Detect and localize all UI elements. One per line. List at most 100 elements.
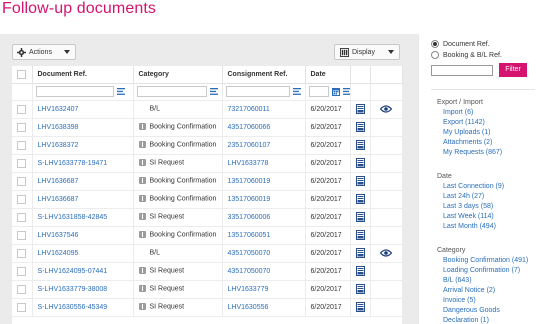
consignment-ref-link[interactable]: 13517060019 bbox=[228, 178, 271, 185]
document-ref-cell[interactable]: LHV1637546 bbox=[32, 226, 134, 245]
document-ref-cell[interactable]: S-LHV1624095-07441 bbox=[32, 262, 134, 281]
pdf-icon[interactable] bbox=[355, 140, 365, 150]
pdf-cell[interactable] bbox=[350, 136, 371, 155]
view-cell[interactable] bbox=[370, 190, 403, 209]
row-checkbox[interactable] bbox=[17, 176, 26, 186]
sidebar-filter-link[interactable]: Last Connection (9) bbox=[437, 182, 504, 192]
consignment-ref-filter-input[interactable] bbox=[225, 86, 290, 97]
sidebar-filter-link[interactable]: Attachments (2) bbox=[437, 138, 502, 148]
view-cell[interactable] bbox=[370, 244, 403, 263]
pdf-icon[interactable] bbox=[355, 230, 365, 240]
pdf-cell[interactable] bbox=[350, 226, 371, 245]
consignment-cell[interactable]: LHV1630556 bbox=[222, 298, 306, 317]
table-row[interactable]: LHV1636687 Booking Confirmation 1351706001… bbox=[12, 190, 403, 209]
table-row[interactable]: S-LHV1633779-38008 SI Request LHV1633779 6/… bbox=[12, 280, 403, 299]
pdf-icon[interactable] bbox=[355, 194, 365, 204]
row-select-cell[interactable] bbox=[12, 280, 33, 299]
document-ref-cell[interactable]: LHV1636687 bbox=[32, 172, 134, 191]
sidebar-filter-link[interactable]: Arrival Notice (2) bbox=[437, 286, 528, 296]
view-cell[interactable] bbox=[370, 226, 403, 245]
pdf-icon[interactable] bbox=[355, 212, 365, 222]
pdf-cell[interactable] bbox=[350, 298, 371, 317]
view-cell[interactable] bbox=[370, 136, 403, 155]
filter-options-icon[interactable] bbox=[209, 88, 218, 95]
document-ref-link[interactable]: LHV1636687 bbox=[38, 178, 79, 185]
document-ref-cell[interactable]: LHV1636687 bbox=[32, 190, 134, 209]
view-cell[interactable] bbox=[370, 298, 403, 317]
consignment-ref-link[interactable]: 33517060006 bbox=[228, 214, 271, 221]
row-checkbox[interactable] bbox=[17, 212, 26, 222]
row-select-cell[interactable] bbox=[12, 100, 33, 119]
consignment-cell[interactable]: LHV1633778 bbox=[222, 154, 306, 173]
document-ref-cell[interactable]: LHV1624095 bbox=[32, 244, 134, 263]
document-ref-cell[interactable]: S-LHV1633779-38008 bbox=[32, 280, 134, 299]
pdf-cell[interactable] bbox=[350, 208, 371, 227]
pdf-cell[interactable] bbox=[350, 244, 371, 263]
row-select-cell[interactable] bbox=[12, 118, 33, 137]
consignment-ref-link[interactable]: 13517060019 bbox=[228, 196, 271, 203]
select-all-cell[interactable] bbox=[12, 66, 33, 84]
row-select-cell[interactable] bbox=[12, 244, 33, 263]
table-row[interactable]: LHV1632407 B/L 73217060011 6/20/2017 bbox=[12, 100, 403, 119]
consignment-ref-link[interactable]: 43517060066 bbox=[228, 124, 271, 131]
sidebar-filter-link[interactable]: Booking Confirmation (491) bbox=[437, 256, 528, 266]
radio-selected-icon[interactable] bbox=[431, 40, 439, 48]
pdf-icon[interactable] bbox=[355, 104, 365, 114]
pdf-icon[interactable] bbox=[355, 248, 365, 258]
pdf-cell[interactable] bbox=[350, 154, 371, 173]
radio-booking-bl-ref[interactable]: Booking & B/L Ref. bbox=[431, 51, 502, 59]
sidebar-filter-link[interactable]: Invoice (5) bbox=[437, 296, 528, 306]
filter-button[interactable]: Filter bbox=[499, 63, 527, 77]
filter-options-icon[interactable] bbox=[116, 88, 125, 95]
filter-options-icon[interactable] bbox=[342, 88, 349, 95]
pdf-cell[interactable] bbox=[350, 190, 371, 209]
header-consignment-ref[interactable]: Consignment Ref. bbox=[222, 66, 306, 84]
date-filter-input[interactable] bbox=[308, 86, 329, 97]
row-checkbox[interactable] bbox=[17, 284, 26, 294]
pdf-icon[interactable] bbox=[355, 122, 365, 132]
consignment-cell[interactable]: 33517060006 bbox=[222, 208, 306, 227]
table-row[interactable]: S-LHV1630556-45349 SI Request LHV1630556 6/… bbox=[12, 298, 403, 317]
document-ref-cell[interactable]: S-LHV1630556-45349 bbox=[32, 298, 134, 317]
document-ref-cell[interactable]: S-LHV1633778-19471 bbox=[32, 154, 134, 173]
sidebar-filter-link[interactable]: Last Week (114) bbox=[437, 212, 504, 222]
document-ref-link[interactable]: S-LHV1630556-45349 bbox=[38, 304, 108, 311]
document-ref-link[interactable]: LHV1638398 bbox=[38, 124, 79, 131]
display-button[interactable]: Display bbox=[334, 44, 400, 60]
pdf-icon[interactable] bbox=[355, 266, 365, 276]
document-ref-link[interactable]: LHV1636687 bbox=[38, 196, 79, 203]
row-select-cell[interactable] bbox=[12, 172, 33, 191]
row-select-cell[interactable] bbox=[12, 154, 33, 173]
header-document-ref[interactable]: Document Ref. bbox=[32, 66, 134, 84]
sidebar-filter-link[interactable]: Last 24h (27) bbox=[437, 192, 504, 202]
row-checkbox[interactable] bbox=[17, 194, 26, 204]
view-cell[interactable] bbox=[370, 100, 403, 119]
row-select-cell[interactable] bbox=[12, 262, 33, 281]
consignment-cell[interactable]: LHV1633779 bbox=[222, 280, 306, 299]
pdf-cell[interactable] bbox=[350, 280, 371, 299]
row-checkbox[interactable] bbox=[17, 158, 26, 168]
category-filter-input[interactable] bbox=[136, 86, 207, 97]
document-ref-link[interactable]: LHV1632407 bbox=[38, 106, 79, 113]
row-select-cell[interactable] bbox=[12, 136, 33, 155]
document-ref-link[interactable]: S-LHV1633779-38008 bbox=[38, 286, 108, 293]
calendar-icon[interactable] bbox=[331, 88, 340, 96]
select-all-checkbox[interactable] bbox=[17, 69, 26, 79]
consignment-ref-link[interactable]: 73217060011 bbox=[228, 106, 270, 113]
table-row[interactable]: LHV1636687 Booking Confirmation 1351706001… bbox=[12, 172, 403, 191]
row-checkbox[interactable] bbox=[17, 140, 26, 150]
consignment-cell[interactable]: 73217060011 bbox=[222, 100, 306, 119]
table-row[interactable]: LHV1637546 Booking Confirmation 1351706005… bbox=[12, 226, 403, 245]
table-row[interactable]: LHV1638372 Booking Confirmation 2351706010… bbox=[12, 136, 403, 155]
row-select-cell[interactable] bbox=[12, 208, 33, 227]
pdf-icon[interactable] bbox=[355, 284, 365, 294]
row-checkbox[interactable] bbox=[17, 122, 26, 132]
document-ref-link[interactable]: S-LHV1624095-07441 bbox=[38, 268, 108, 275]
consignment-ref-link[interactable]: LHV1633779 bbox=[228, 286, 269, 293]
row-select-cell[interactable] bbox=[12, 226, 33, 245]
sidebar-filter-link[interactable]: My Uploads (1) bbox=[437, 128, 502, 138]
table-row[interactable]: LHV1624095 B/L 43517050070 6/20/2017 bbox=[12, 244, 403, 263]
table-row[interactable]: S-LHV1633778-19471 SI Request LHV1633778 6/… bbox=[12, 154, 403, 173]
table-row[interactable]: LHV1638398 Booking Confirmation 4351706006… bbox=[12, 118, 403, 137]
pdf-icon[interactable] bbox=[355, 302, 365, 312]
